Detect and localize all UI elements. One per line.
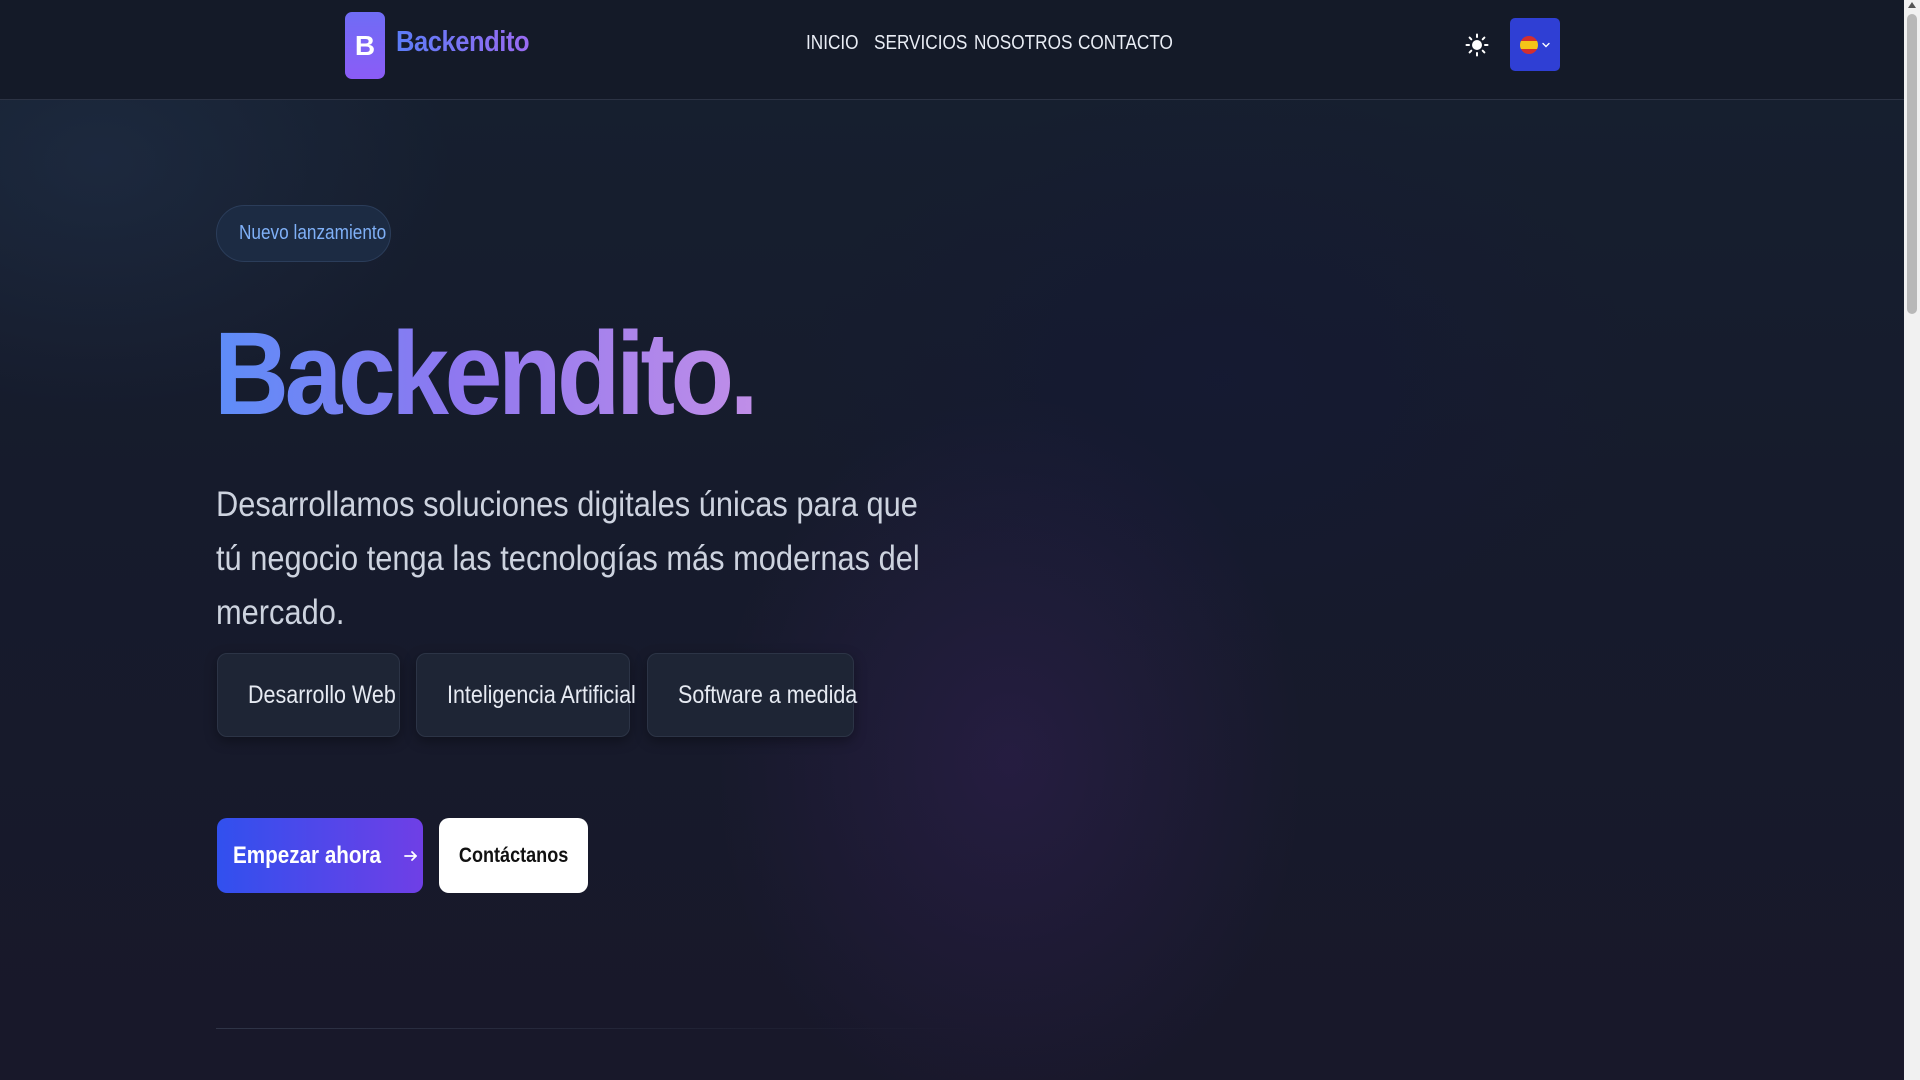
scroll-up-arrow[interactable]: [1908, 2, 1916, 8]
hero-title: Backendito.: [214, 308, 759, 440]
chevron-down-icon: [1541, 42, 1550, 47]
feature-card-software[interactable]: Software a medida: [647, 653, 858, 737]
feature-card-web[interactable]: Desarrollo Web: [217, 653, 400, 737]
feature-label: Desarrollo Web: [248, 680, 396, 709]
main-nav: INICIO SERVICIOS NOSOTROS CONTACTO: [806, 32, 1178, 62]
nav-link-inicio[interactable]: INICIO: [806, 32, 864, 62]
sun-icon: [1465, 33, 1489, 57]
feature-label: Software a medida: [678, 680, 858, 709]
start-now-label: Empezar ahora: [232, 841, 381, 869]
contact-us-button[interactable]: Contáctanos: [439, 818, 588, 893]
badge-label: Nuevo lanzamiento: [239, 222, 387, 244]
new-launch-badge: Nuevo lanzamiento: [216, 205, 391, 262]
site-header: B Backendito INICIO SERVICIOS NOSOTROS C…: [0, 0, 1904, 100]
theme-toggle-button[interactable]: [1462, 28, 1492, 62]
page: B Backendito INICIO SERVICIOS NOSOTROS C…: [0, 0, 1920, 1080]
arrow-right-icon: [404, 850, 417, 861]
feature-label: Inteligencia Artificial: [447, 680, 636, 709]
nav-link-contacto[interactable]: CONTACTO: [1078, 32, 1173, 62]
brand-name[interactable]: Backendito: [396, 26, 530, 66]
spain-flag-icon: [1519, 35, 1538, 54]
section-divider: [216, 1028, 976, 1029]
start-now-button[interactable]: Empezar ahora: [217, 818, 423, 893]
logo-badge[interactable]: B: [345, 12, 385, 79]
page-scrollbar[interactable]: [1904, 0, 1920, 1080]
feature-card-ai[interactable]: Inteligencia Artificial: [416, 653, 636, 737]
scrollbar-thumb[interactable]: [1907, 14, 1917, 314]
contact-us-label: Contáctanos: [458, 843, 569, 867]
nav-link-nosotros[interactable]: NOSOTROS: [974, 32, 1072, 62]
nav-link-servicios[interactable]: SERVICIOS: [874, 32, 967, 62]
hero-subtitle: Desarrollamos soluciones digitales única…: [216, 485, 920, 632]
language-selector[interactable]: [1510, 18, 1560, 71]
